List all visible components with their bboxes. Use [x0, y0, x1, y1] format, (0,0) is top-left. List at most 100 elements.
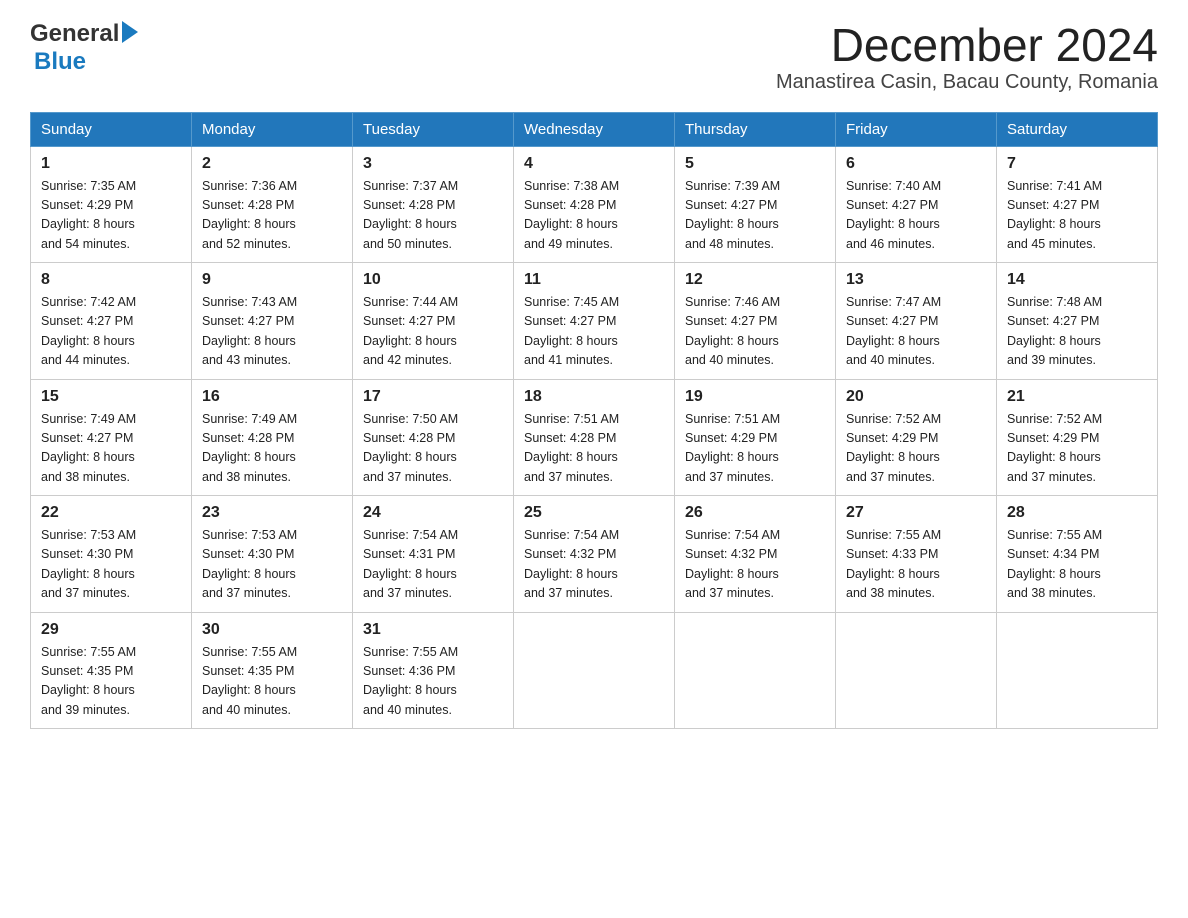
day-number: 27 [846, 504, 986, 522]
day-info: Sunrise: 7:54 AMSunset: 4:32 PMDaylight:… [524, 526, 664, 604]
calendar-cell [997, 612, 1158, 729]
day-info: Sunrise: 7:41 AMSunset: 4:27 PMDaylight:… [1007, 177, 1147, 255]
calendar-cell: 8 Sunrise: 7:42 AMSunset: 4:27 PMDaylight… [31, 263, 192, 380]
calendar-cell: 30 Sunrise: 7:55 AMSunset: 4:35 PMDayligh… [192, 612, 353, 729]
day-number: 29 [41, 621, 181, 639]
calendar-cell: 18 Sunrise: 7:51 AMSunset: 4:28 PMDayligh… [514, 379, 675, 496]
calendar-table: SundayMondayTuesdayWednesdayThursdayFrid… [30, 112, 1158, 730]
day-info: Sunrise: 7:39 AMSunset: 4:27 PMDaylight:… [685, 177, 825, 255]
calendar-cell: 20Sunrise: 7:52 AMSunset: 4:29 PMDayligh… [836, 379, 997, 496]
day-info: Sunrise: 7:55 AMSunset: 4:33 PMDaylight:… [846, 526, 986, 604]
day-number: 3 [363, 155, 503, 173]
day-info: Sunrise: 7:48 AMSunset: 4:27 PMDaylight:… [1007, 293, 1147, 371]
calendar-cell: 17 Sunrise: 7:50 AMSunset: 4:28 PMDayligh… [353, 379, 514, 496]
calendar-week-row: 15 Sunrise: 7:49 AMSunset: 4:27 PMDayligh… [31, 379, 1158, 496]
day-info: Sunrise: 7:55 AMSunset: 4:35 PMDaylight:… [202, 643, 342, 721]
calendar-cell: 11 Sunrise: 7:45 AMSunset: 4:27 PMDayligh… [514, 263, 675, 380]
calendar-cell: 13 Sunrise: 7:47 AMSunset: 4:27 PMDayligh… [836, 263, 997, 380]
day-info: Sunrise: 7:44 AMSunset: 4:27 PMDaylight:… [363, 293, 503, 371]
day-number: 16 [202, 388, 342, 406]
day-info: Sunrise: 7:49 AMSunset: 4:27 PMDaylight:… [41, 410, 181, 488]
page-subtitle: Manastirea Casin, Bacau County, Romania [776, 71, 1158, 94]
day-info: Sunrise: 7:46 AMSunset: 4:27 PMDaylight:… [685, 293, 825, 371]
calendar-cell: 28 Sunrise: 7:55 AMSunset: 4:34 PMDayligh… [997, 496, 1158, 613]
day-info: Sunrise: 7:43 AMSunset: 4:27 PMDaylight:… [202, 293, 342, 371]
day-number: 2 [202, 155, 342, 173]
day-number: 11 [524, 271, 664, 289]
calendar-week-row: 29 Sunrise: 7:55 AMSunset: 4:35 PMDayligh… [31, 612, 1158, 729]
day-number: 26 [685, 504, 825, 522]
day-info: Sunrise: 7:37 AMSunset: 4:28 PMDaylight:… [363, 177, 503, 255]
day-info: Sunrise: 7:42 AMSunset: 4:27 PMDaylight:… [41, 293, 181, 371]
day-number: 17 [363, 388, 503, 406]
calendar-cell: 16 Sunrise: 7:49 AMSunset: 4:28 PMDayligh… [192, 379, 353, 496]
day-info: Sunrise: 7:51 AMSunset: 4:29 PMDaylight:… [685, 410, 825, 488]
calendar-cell: 10 Sunrise: 7:44 AMSunset: 4:27 PMDayligh… [353, 263, 514, 380]
day-number: 13 [846, 271, 986, 289]
calendar-day-header: Tuesday [353, 112, 514, 146]
day-number: 5 [685, 155, 825, 173]
day-number: 28 [1007, 504, 1147, 522]
day-number: 14 [1007, 271, 1147, 289]
logo: General Blue [30, 20, 138, 76]
day-number: 23 [202, 504, 342, 522]
calendar-day-header: Saturday [997, 112, 1158, 146]
day-number: 8 [41, 271, 181, 289]
day-info: Sunrise: 7:55 AMSunset: 4:35 PMDaylight:… [41, 643, 181, 721]
logo-blue: Blue [34, 48, 86, 75]
day-info: Sunrise: 7:55 AMSunset: 4:34 PMDaylight:… [1007, 526, 1147, 604]
calendar-day-header: Wednesday [514, 112, 675, 146]
calendar-cell [836, 612, 997, 729]
day-number: 24 [363, 504, 503, 522]
day-number: 19 [685, 388, 825, 406]
calendar-cell: 14 Sunrise: 7:48 AMSunset: 4:27 PMDayligh… [997, 263, 1158, 380]
calendar-cell: 5 Sunrise: 7:39 AMSunset: 4:27 PMDaylight… [675, 146, 836, 263]
day-info: Sunrise: 7:47 AMSunset: 4:27 PMDaylight:… [846, 293, 986, 371]
page-title: December 2024 [776, 20, 1158, 71]
calendar-cell: 12Sunrise: 7:46 AMSunset: 4:27 PMDayligh… [675, 263, 836, 380]
day-number: 4 [524, 155, 664, 173]
calendar-cell [675, 612, 836, 729]
day-info: Sunrise: 7:45 AMSunset: 4:27 PMDaylight:… [524, 293, 664, 371]
day-info: Sunrise: 7:35 AMSunset: 4:29 PMDaylight:… [41, 177, 181, 255]
calendar-week-row: 22 Sunrise: 7:53 AMSunset: 4:30 PMDayligh… [31, 496, 1158, 613]
day-number: 18 [524, 388, 664, 406]
day-info: Sunrise: 7:54 AMSunset: 4:31 PMDaylight:… [363, 526, 503, 604]
day-info: Sunrise: 7:40 AMSunset: 4:27 PMDaylight:… [846, 177, 986, 255]
calendar-cell: 1 Sunrise: 7:35 AMSunset: 4:29 PMDaylight… [31, 146, 192, 263]
calendar-day-header: Sunday [31, 112, 192, 146]
calendar-cell: 6Sunrise: 7:40 AMSunset: 4:27 PMDaylight… [836, 146, 997, 263]
day-info: Sunrise: 7:36 AMSunset: 4:28 PMDaylight:… [202, 177, 342, 255]
day-number: 22 [41, 504, 181, 522]
calendar-cell: 2 Sunrise: 7:36 AMSunset: 4:28 PMDaylight… [192, 146, 353, 263]
calendar-cell: 21Sunrise: 7:52 AMSunset: 4:29 PMDayligh… [997, 379, 1158, 496]
calendar-week-row: 1 Sunrise: 7:35 AMSunset: 4:29 PMDaylight… [31, 146, 1158, 263]
logo-general: General [30, 20, 119, 48]
calendar-cell: 22 Sunrise: 7:53 AMSunset: 4:30 PMDayligh… [31, 496, 192, 613]
calendar-day-header: Monday [192, 112, 353, 146]
day-number: 21 [1007, 388, 1147, 406]
day-info: Sunrise: 7:55 AMSunset: 4:36 PMDaylight:… [363, 643, 503, 721]
calendar-cell: 15 Sunrise: 7:49 AMSunset: 4:27 PMDayligh… [31, 379, 192, 496]
day-number: 30 [202, 621, 342, 639]
day-number: 1 [41, 155, 181, 173]
day-number: 31 [363, 621, 503, 639]
calendar-cell: 26Sunrise: 7:54 AMSunset: 4:32 PMDayligh… [675, 496, 836, 613]
day-info: Sunrise: 7:50 AMSunset: 4:28 PMDaylight:… [363, 410, 503, 488]
day-info: Sunrise: 7:53 AMSunset: 4:30 PMDaylight:… [202, 526, 342, 604]
day-number: 7 [1007, 155, 1147, 173]
day-number: 10 [363, 271, 503, 289]
day-info: Sunrise: 7:38 AMSunset: 4:28 PMDaylight:… [524, 177, 664, 255]
day-number: 9 [202, 271, 342, 289]
day-info: Sunrise: 7:49 AMSunset: 4:28 PMDaylight:… [202, 410, 342, 488]
day-info: Sunrise: 7:53 AMSunset: 4:30 PMDaylight:… [41, 526, 181, 604]
logo-triangle-icon [122, 21, 138, 43]
title-area: December 2024 Manastirea Casin, Bacau Co… [776, 20, 1158, 94]
calendar-cell: 24 Sunrise: 7:54 AMSunset: 4:31 PMDayligh… [353, 496, 514, 613]
day-number: 15 [41, 388, 181, 406]
calendar-cell [514, 612, 675, 729]
calendar-cell: 23 Sunrise: 7:53 AMSunset: 4:30 PMDayligh… [192, 496, 353, 613]
day-info: Sunrise: 7:51 AMSunset: 4:28 PMDaylight:… [524, 410, 664, 488]
calendar-week-row: 8 Sunrise: 7:42 AMSunset: 4:27 PMDaylight… [31, 263, 1158, 380]
calendar-cell: 25Sunrise: 7:54 AMSunset: 4:32 PMDayligh… [514, 496, 675, 613]
